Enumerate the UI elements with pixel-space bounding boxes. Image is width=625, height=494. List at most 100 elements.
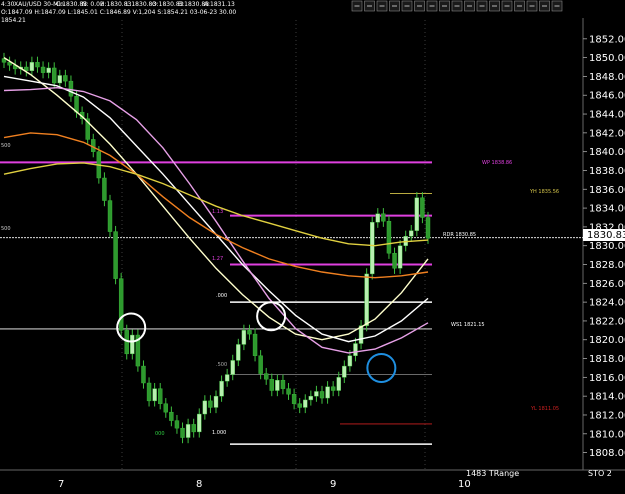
annotation-sto: STO 2 <box>588 469 612 478</box>
candle-body <box>325 386 330 399</box>
annotation-yl: YL 1811.05 <box>530 406 559 412</box>
candle <box>370 216 375 280</box>
candle-body <box>425 217 431 239</box>
price-tick-label: 1842.00 <box>589 128 625 139</box>
candle-body <box>68 80 74 97</box>
candle-body <box>286 388 291 395</box>
candle-body <box>247 330 252 335</box>
candle-body <box>297 403 302 408</box>
time-tick-label: 8 <box>196 479 202 490</box>
candle-body <box>264 373 269 380</box>
candle-body <box>381 213 386 222</box>
price-axis[interactable]: 1852.00 1850.00 1848.00 1846.00 1844.00 1842.… <box>583 34 625 459</box>
expand-icon <box>389 0 400 12</box>
annotation-fib-113: 1.13 <box>212 209 223 215</box>
refresh-icon <box>476 0 488 12</box>
candle-body <box>275 379 280 391</box>
search-icon <box>351 0 363 12</box>
price-tick-label: 1826.00 <box>589 279 625 290</box>
time-tick-label: 7 <box>58 479 64 490</box>
candle <box>113 225 118 285</box>
annotation-fib-127: 1.27 <box>212 256 223 262</box>
bell-icon <box>451 0 463 12</box>
price-tick-label: 1828.00 <box>589 260 625 271</box>
candle <box>386 215 392 259</box>
candle-body <box>241 330 247 345</box>
arrow-icon <box>439 0 450 12</box>
candle-body <box>347 355 353 367</box>
price-tick-label: 1848.00 <box>589 72 625 83</box>
candle-body <box>57 75 62 84</box>
list-icon <box>514 0 525 12</box>
price-tick-label: 1830.00 <box>589 241 625 252</box>
candle-body <box>191 424 196 433</box>
annotation-fib-000: .000 <box>216 293 227 299</box>
candle <box>135 329 141 372</box>
price-tick-label: 1820.00 <box>589 335 625 346</box>
candle-body <box>102 177 107 201</box>
candle-body <box>314 391 319 397</box>
text-icon <box>414 0 425 12</box>
candle-body <box>342 365 347 378</box>
price-tick-label: 1814.00 <box>589 392 625 403</box>
zoom-out-icon <box>376 0 388 12</box>
candle-body <box>420 197 425 218</box>
copy-icon <box>501 0 513 12</box>
price-tick-label: 1812.00 <box>589 410 625 421</box>
price-tick-label: 1836.00 <box>589 185 625 196</box>
annotation-wp: WP 1838.86 <box>482 160 512 166</box>
price-tick-label: 1824.00 <box>589 298 625 309</box>
price-tick-label: 1838.00 <box>589 166 625 177</box>
candle-body <box>219 380 224 397</box>
candle-body <box>118 278 124 331</box>
candle-body <box>213 395 219 408</box>
current-price-text: 1830.83 <box>587 230 625 241</box>
price-tick-label: 1818.00 <box>589 354 625 365</box>
candle-body <box>163 403 168 413</box>
price-tick-label: 1822.00 <box>589 316 625 327</box>
window-icon <box>489 0 500 12</box>
price-tick-label: 1808.00 <box>589 448 625 459</box>
candle-body <box>269 379 274 391</box>
annotation-range: 1483 TRange <box>466 469 519 478</box>
candle-body <box>141 365 146 384</box>
price-tick-label: 1844.00 <box>589 110 625 121</box>
price-tick-label: 1816.00 <box>589 373 625 384</box>
candle-body <box>158 388 163 404</box>
candle-body <box>392 253 397 269</box>
chart-toolbar <box>351 0 563 12</box>
candle-body <box>330 386 336 391</box>
header-line3: 1854.21 <box>1 17 26 24</box>
candle-body <box>414 197 420 231</box>
candle-body <box>113 231 118 279</box>
candle-body <box>146 382 152 402</box>
price-tick-label: 1834.00 <box>589 204 625 215</box>
annotation-ws1: WS1 1821.15 <box>451 322 485 328</box>
candle-body <box>409 230 414 237</box>
candle-body <box>303 399 308 408</box>
candle-body <box>197 413 202 433</box>
candle-body <box>319 391 325 399</box>
candle-body <box>35 62 40 68</box>
header-prefix: 4:30 <box>1 1 15 8</box>
time-tick-label: 9 <box>330 479 336 490</box>
annotation-fib-000-green: 000 <box>155 431 165 437</box>
price-tick-label: 1850.00 <box>589 53 625 64</box>
line-icon <box>401 0 413 12</box>
candle-body <box>386 221 392 254</box>
candle-body <box>336 377 341 391</box>
annotation-fib-500: .500 <box>216 362 227 368</box>
candle-body <box>180 427 185 438</box>
candle-body <box>291 394 297 404</box>
price-tick-label: 1852.00 <box>589 34 625 45</box>
annotation-fib-1000: 1.000 <box>212 430 226 436</box>
candle-body <box>202 400 208 415</box>
candle-body <box>364 273 369 326</box>
chart-area[interactable]: 4:30 XAU/USD 30-Min C:1830.83 N: 0.02 H:… <box>0 0 625 494</box>
candle-body <box>185 424 191 438</box>
candle-body <box>308 395 314 401</box>
candle-body <box>236 344 241 361</box>
candle <box>107 194 113 238</box>
candle-body <box>52 67 57 84</box>
candle-body <box>169 411 174 421</box>
